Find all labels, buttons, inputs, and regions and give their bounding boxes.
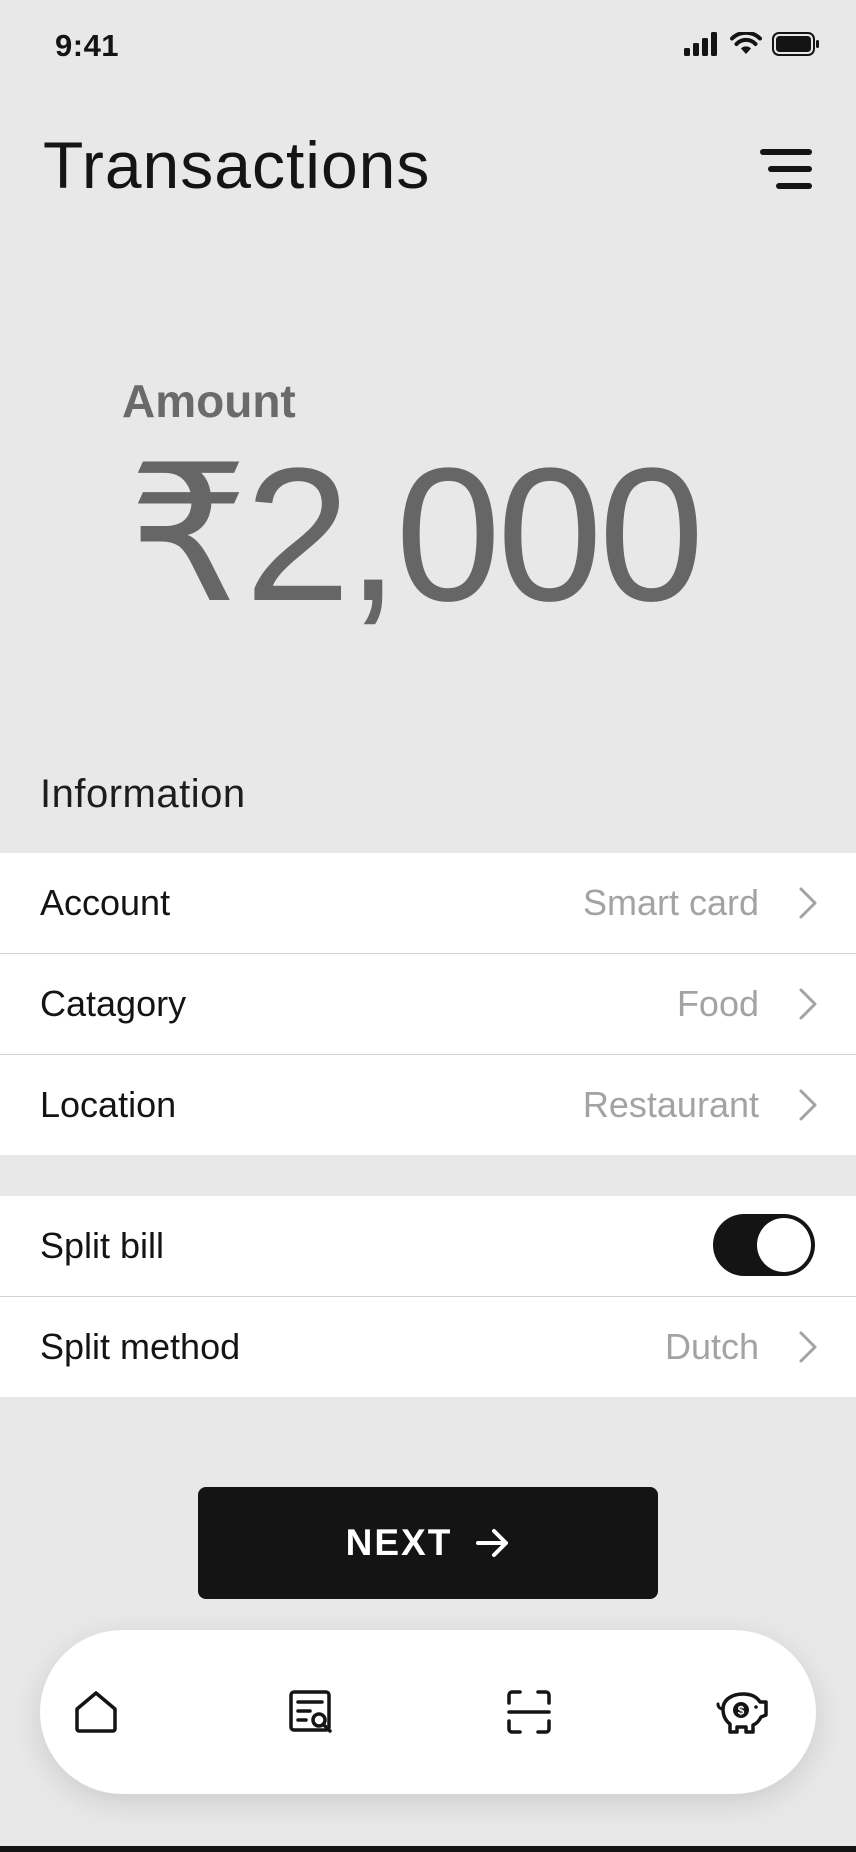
split-bill-row: Split bill: [0, 1196, 856, 1297]
amount-label: Amount: [122, 375, 296, 427]
row-value: Smart card: [582, 882, 759, 923]
arrow-right-icon: [476, 1529, 509, 1557]
chevron-right-icon: [799, 988, 817, 1020]
menu-button[interactable]: [760, 145, 816, 195]
menu-icon: [760, 149, 812, 189]
row-label: Catagory: [40, 983, 187, 1024]
toggle-knob: [757, 1218, 811, 1272]
row-label: Split method: [40, 1326, 241, 1367]
next-button[interactable]: NEXT: [198, 1487, 658, 1599]
row-value: Food: [676, 983, 759, 1024]
signal-icon: [684, 32, 717, 56]
tab-scan[interactable]: [487, 1670, 571, 1754]
row-value: Restaurant: [582, 1084, 759, 1125]
information-title: Information: [40, 772, 246, 816]
split-method-row[interactable]: Split method Dutch: [0, 1297, 856, 1397]
status-icons: [684, 32, 820, 56]
location-row[interactable]: Location Restaurant: [0, 1055, 856, 1155]
status-bar: 9:41: [0, 0, 856, 96]
home-icon: [75, 1691, 117, 1733]
status-time: 9:41: [55, 28, 120, 63]
tab-home[interactable]: [54, 1670, 138, 1754]
category-row[interactable]: Catagory Food: [0, 954, 856, 1055]
information-list: Account Smart card Catagory Food Locatio…: [0, 853, 856, 1155]
home-indicator: [0, 1846, 856, 1852]
scan-icon: [507, 1690, 551, 1734]
tab-savings[interactable]: $: [700, 1670, 784, 1754]
account-row[interactable]: Account Smart card: [0, 853, 856, 954]
next-label: NEXT: [345, 1522, 453, 1563]
tab-bar: $: [40, 1630, 816, 1794]
row-label: Account: [40, 882, 171, 923]
split-bill-toggle[interactable]: [713, 1214, 815, 1276]
row-label: Location: [40, 1084, 177, 1125]
wifi-icon: [730, 32, 762, 54]
svg-text:$: $: [738, 1704, 745, 1718]
battery-icon: [772, 32, 819, 56]
chevron-right-icon: [799, 1089, 817, 1121]
tab-search[interactable]: [269, 1670, 353, 1754]
amount-value[interactable]: ₹2,000: [128, 440, 704, 630]
page-title: Transactions: [43, 128, 431, 202]
piggy-bank-icon: $: [716, 1692, 768, 1734]
chevron-right-icon: [799, 1331, 817, 1363]
row-value: Dutch: [664, 1326, 759, 1367]
row-label: Split bill: [40, 1225, 165, 1266]
search-document-icon: [289, 1690, 332, 1733]
chevron-right-icon: [799, 887, 817, 919]
split-list: Split bill Split method Dutch: [0, 1196, 856, 1397]
